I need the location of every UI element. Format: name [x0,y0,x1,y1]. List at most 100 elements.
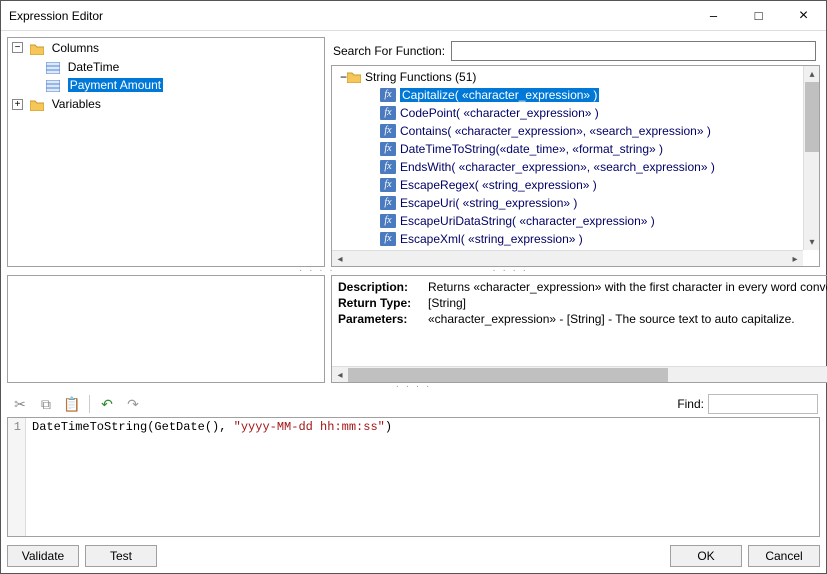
maximize-button[interactable]: □ [736,1,781,30]
close-button[interactable]: × [781,1,826,30]
fx-icon: fx [380,124,396,138]
fx-icon: fx [380,196,396,210]
collapse-icon[interactable]: − [12,42,23,53]
collapse-icon[interactable]: − [340,70,347,84]
code-string: "yyyy-MM-dd hh:mm:ss" [234,420,385,434]
function-item[interactable]: fx EscapeRegex( «string_expression» ) [336,176,819,194]
function-item[interactable]: fx EndsWith( «character_expression», «se… [336,158,819,176]
description-value: Returns «character_expression» with the … [428,280,827,294]
validate-button[interactable]: Validate [7,545,79,567]
search-label: Search For Function: [333,44,445,58]
columns-tree[interactable]: − Columns DateTime [8,38,324,113]
function-item[interactable]: fx DateTimeToString(«date_time», «format… [336,140,819,158]
expression-editor[interactable]: 1 DateTimeToString(GetDate(), "yyyy-MM-d… [7,417,820,537]
columns-tree-pane: − Columns DateTime [7,37,325,267]
function-label: EscapeUri( «string_expression» ) [400,196,577,210]
description-pane: Description: Returns «character_expressi… [331,275,827,383]
line-number: 1 [8,420,21,434]
parameters-value: «character_expression» - [String] - The … [428,312,795,326]
vertical-scrollbar[interactable]: ▴ ▾ [803,66,819,250]
scroll-thumb[interactable] [348,368,668,382]
function-list[interactable]: − String Functions (51) fx Capitalize( «… [332,66,819,266]
dialog-buttons: Validate Test OK Cancel [7,537,820,567]
cut-button[interactable]: ✂ [9,393,31,415]
function-label: EscapeXml( «string_expression» ) [400,232,583,246]
fx-icon: fx [380,142,396,156]
undo-button[interactable]: ↶ [96,393,118,415]
function-label: Capitalize( «character_expression» ) [400,88,599,102]
scroll-right-icon[interactable]: ▸ [787,251,803,267]
undo-icon: ↶ [101,396,113,413]
code-text: ) [385,420,392,434]
function-label: CodePoint( «character_expression» ) [400,106,599,120]
function-label: EscapeRegex( «string_expression» ) [400,178,597,192]
fx-icon: fx [380,88,396,102]
function-category-label[interactable]: String Functions (51) [365,70,476,84]
scissors-icon: ✂ [14,396,26,413]
code-text: DateTimeToString(GetDate(), [32,420,234,434]
separator [89,395,90,413]
horizontal-scrollbar[interactable]: ◂ ▸ [332,366,827,382]
fx-icon: fx [380,214,396,228]
function-item[interactable]: fx EscapeXml( «string_expression» ) [336,230,819,248]
copy-icon: ⧉ [41,396,51,413]
function-label: EscapeUriDataString( «character_expressi… [400,214,655,228]
tree-node-datetime[interactable]: DateTime [68,60,120,74]
function-search-pane: Search For Function: − String Functions … [331,37,820,267]
find-input[interactable] [708,394,818,414]
copy-button[interactable]: ⧉ [35,393,57,415]
tree-node-payment-amount[interactable]: Payment Amount [68,78,163,92]
editor-toolbar: ✂ ⧉ 📋 ↶ ↷ Find: [7,391,820,417]
function-label: DateTimeToString(«date_time», «format_st… [400,142,663,156]
splitter[interactable]: · · · · [7,383,820,391]
paste-icon: 📋 [63,396,80,413]
return-type-value: [String] [428,296,466,310]
function-label: EndsWith( «character_expression», «searc… [400,160,715,174]
find-label: Find: [677,397,704,411]
parameters-label: Parameters: [338,312,428,326]
redo-icon: ↷ [127,396,139,413]
scroll-down-icon[interactable]: ▾ [804,234,820,250]
function-list-pane: − String Functions (51) fx Capitalize( «… [331,65,820,267]
minimize-button[interactable]: – [691,1,736,30]
fx-icon: fx [380,178,396,192]
fx-icon: fx [380,232,396,246]
function-item[interactable]: fx Contains( «character_expression», «se… [336,122,819,140]
scroll-thumb[interactable] [805,82,819,152]
column-icon [46,61,60,73]
scroll-left-icon[interactable]: ◂ [332,251,348,267]
horizontal-scrollbar[interactable]: ◂ ▸ [332,250,803,266]
redo-button[interactable]: ↷ [122,393,144,415]
search-input[interactable] [451,41,816,61]
splitter[interactable]: · · · · · · · · [7,267,820,275]
cancel-button[interactable]: Cancel [748,545,820,567]
folder-closed-icon [30,98,44,110]
titlebar: Expression Editor – □ × [1,1,826,31]
ok-button[interactable]: OK [670,545,742,567]
line-gutter: 1 [8,418,26,536]
code-area[interactable]: DateTimeToString(GetDate(), "yyyy-MM-dd … [26,418,819,536]
function-item[interactable]: fx EscapeUriDataString( «character_expre… [336,212,819,230]
fx-icon: fx [380,106,396,120]
description-label: Description: [338,280,428,294]
function-item[interactable]: fx Capitalize( «character_expression» ) [336,86,819,104]
preview-pane [7,275,325,383]
scroll-left-icon[interactable]: ◂ [332,367,348,383]
function-item[interactable]: fx CodePoint( «character_expression» ) [336,104,819,122]
return-type-label: Return Type: [338,296,428,310]
function-label: Contains( «character_expression», «searc… [400,124,711,138]
test-button[interactable]: Test [85,545,157,567]
fx-icon: fx [380,160,396,174]
folder-open-icon [347,71,361,83]
tree-node-variables[interactable]: Variables [52,97,101,111]
column-icon [46,79,60,91]
scroll-up-icon[interactable]: ▴ [804,66,820,82]
tree-node-columns[interactable]: Columns [52,41,99,55]
tree-spacer [28,80,39,91]
function-item[interactable]: fx EscapeUri( «string_expression» ) [336,194,819,212]
paste-button[interactable]: 📋 [61,393,83,415]
expand-icon[interactable]: + [12,99,23,110]
tree-spacer [28,61,39,72]
window-title: Expression Editor [9,9,691,23]
folder-open-icon [30,42,44,54]
